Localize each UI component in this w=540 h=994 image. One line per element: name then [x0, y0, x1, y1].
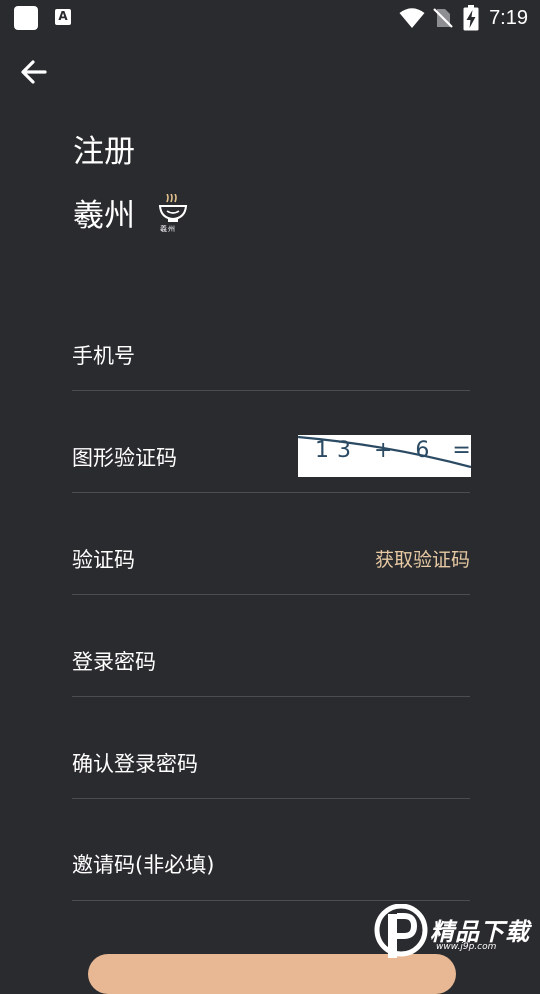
phone-field[interactable]: 手机号 — [72, 320, 474, 392]
password-input[interactable] — [72, 602, 474, 698]
watermark: 精品下载 www.j9p.com — [374, 902, 540, 960]
app-square-icon — [14, 6, 38, 30]
password-field[interactable]: 登录密码 — [72, 602, 474, 698]
watermark-p-logo-icon — [374, 904, 428, 958]
status-icons: 7:19 — [399, 5, 528, 31]
get-code-button[interactable]: 获取验证码 — [375, 545, 470, 572]
invite-code-input[interactable] — [72, 806, 474, 902]
captcha-field[interactable]: 图形验证码 13 + 6 = — [72, 400, 471, 494]
back-arrow-icon — [21, 60, 47, 84]
confirm-password-field[interactable]: 确认登录密码 — [72, 704, 474, 800]
brand-logo: 羲州 — [157, 193, 189, 238]
status-time: 7:19 — [489, 6, 528, 29]
sms-code-field[interactable]: 验证码 获取验证码 — [72, 500, 470, 596]
sms-code-input[interactable] — [72, 500, 356, 596]
watermark-url: www.j9p.com — [436, 942, 497, 952]
captcha-image[interactable]: 13 + 6 = — [298, 435, 471, 477]
invite-code-field[interactable]: 邀请码(非必填) — [72, 806, 474, 902]
confirm-password-input[interactable] — [72, 704, 474, 800]
wifi-icon — [399, 8, 425, 28]
register-submit-button[interactable] — [88, 954, 456, 994]
a-notification-icon: A — [55, 9, 71, 25]
no-sim-icon — [433, 8, 453, 28]
status-bar: A 7:19 — [0, 0, 540, 36]
captcha-input[interactable] — [72, 400, 296, 494]
back-button[interactable] — [18, 56, 50, 88]
brand-name: 羲州 — [73, 198, 135, 234]
brand-logo-text: 羲州 — [160, 225, 176, 233]
brand-row: 羲州 羲州 — [73, 193, 189, 238]
page-title: 注册 — [73, 134, 135, 170]
battery-charging-icon — [463, 5, 479, 31]
bowl-logo-icon — [158, 193, 188, 222]
phone-input[interactable] — [72, 320, 474, 392]
captcha-noise-line — [298, 435, 471, 469]
